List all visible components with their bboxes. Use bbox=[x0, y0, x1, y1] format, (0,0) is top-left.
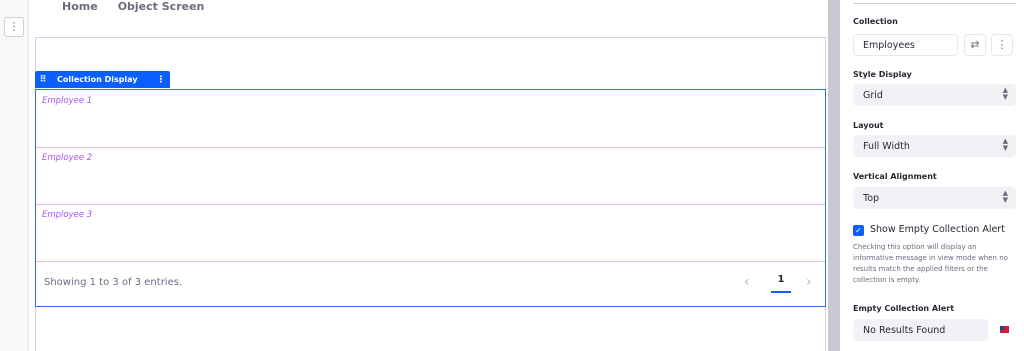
show-empty-alert-checkbox[interactable]: ✓ bbox=[853, 225, 864, 236]
configuration-panel: Collection Employees ⇄ ⋮ Style Display G… bbox=[840, 0, 1024, 351]
list-item-label: Employee 3 bbox=[42, 210, 93, 220]
left-rail: ⋮ bbox=[0, 0, 29, 351]
layout-value: Full Width bbox=[863, 140, 910, 152]
options-icon[interactable]: ⋮ bbox=[4, 17, 24, 37]
caret-updown-icon: ▲ ▼ bbox=[1002, 86, 1008, 101]
us-flag-icon[interactable] bbox=[1000, 326, 1009, 333]
fragment-title: Collection Display bbox=[57, 75, 138, 84]
breadcrumb-home[interactable]: Home bbox=[62, 0, 98, 20]
page-canvas: Home Object Screen ⠿ Collection Display … bbox=[29, 0, 828, 351]
list-item: Employee 1 bbox=[36, 90, 825, 148]
pagination: Showing 1 to 3 of 3 entries. ‹ 1 › bbox=[36, 261, 825, 307]
show-empty-alert-label[interactable]: Show Empty Collection Alert bbox=[870, 224, 1005, 235]
empty-alert-input[interactable]: No Results Found bbox=[853, 319, 988, 341]
check-icon: ✓ bbox=[855, 226, 862, 235]
vertical-alignment-label: Vertical Alignment bbox=[853, 172, 937, 181]
caret-updown-icon: ▲ ▼ bbox=[1002, 137, 1008, 152]
collection-display[interactable]: Employee 1 Employee 2 Employee 3 Showing… bbox=[35, 89, 826, 307]
list-item: Employee 2 bbox=[36, 147, 825, 205]
style-display-value: Grid bbox=[863, 89, 883, 101]
vertical-alignment-value: Top bbox=[863, 192, 880, 204]
collection-field[interactable]: Employees bbox=[853, 34, 958, 56]
list-item-label: Employee 1 bbox=[42, 96, 93, 106]
layout-label: Layout bbox=[853, 121, 884, 130]
kebab-icon[interactable]: ⋮ bbox=[991, 34, 1013, 56]
show-empty-alert-help: Checking this option will display an inf… bbox=[853, 243, 1008, 284]
chevron-right-icon[interactable]: › bbox=[806, 274, 812, 290]
fragment-topper[interactable]: ⠿ Collection Display ⋮ bbox=[35, 71, 170, 88]
page-1-button[interactable]: 1 bbox=[771, 274, 791, 293]
breadcrumb-object-screen[interactable]: Object Screen bbox=[118, 0, 205, 20]
pagination-summary: Showing 1 to 3 of 3 entries. bbox=[44, 277, 183, 288]
vertical-alignment-select[interactable]: Top ▲ ▼ bbox=[853, 187, 1016, 209]
breadcrumb: Home Object Screen bbox=[62, 0, 204, 20]
change-icon[interactable]: ⇄ bbox=[964, 34, 986, 56]
scrollbar[interactable] bbox=[828, 0, 840, 351]
style-display-select[interactable]: Grid ▲ ▼ bbox=[853, 84, 1016, 106]
kebab-icon[interactable]: ⋮ bbox=[152, 75, 170, 85]
style-display-label: Style Display bbox=[853, 70, 912, 79]
layout-select[interactable]: Full Width ▲ ▼ bbox=[853, 135, 1016, 157]
chevron-left-icon[interactable]: ‹ bbox=[744, 274, 750, 290]
list-item: Employee 3 bbox=[36, 204, 825, 262]
divider bbox=[853, 3, 1016, 4]
drag-handle-icon[interactable]: ⠿ bbox=[35, 75, 51, 85]
caret-updown-icon: ▲ ▼ bbox=[1002, 189, 1008, 204]
empty-alert-label: Empty Collection Alert bbox=[853, 304, 955, 313]
list-item-label: Employee 2 bbox=[42, 153, 93, 163]
collection-label: Collection bbox=[853, 17, 898, 26]
